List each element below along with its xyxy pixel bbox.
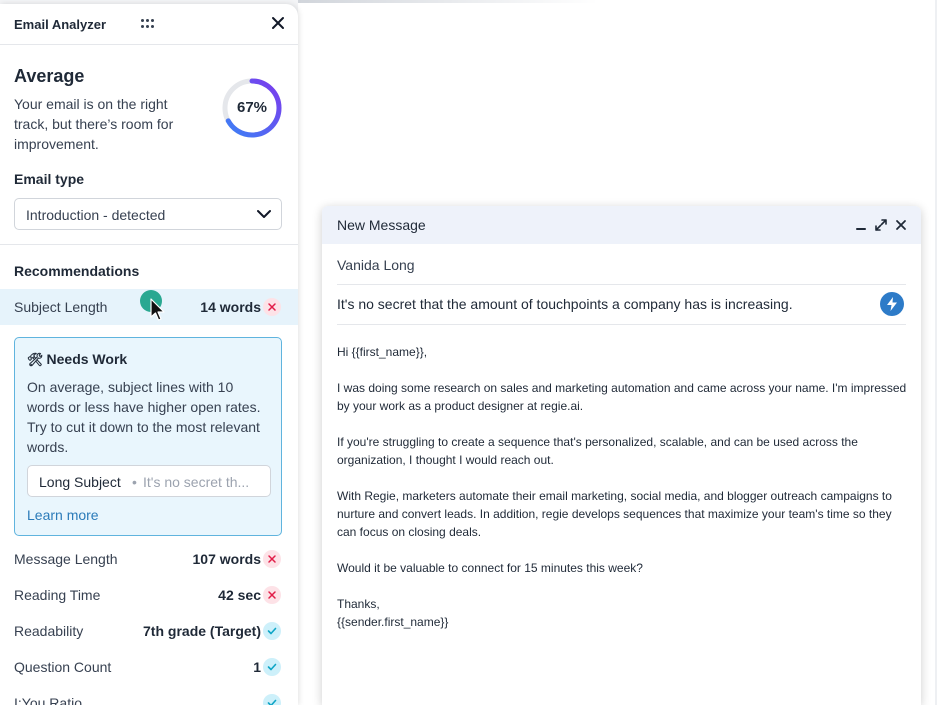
card-body: On average, subject lines with 10 words … — [27, 379, 261, 455]
chevron-down-icon — [257, 210, 271, 218]
email-type-value: Introduction - detected — [26, 207, 166, 223]
body-greeting: Hi {{first_name}}, — [337, 345, 428, 359]
email-type-select[interactable]: Introduction - detected — [14, 198, 282, 230]
scrollbar-track[interactable] — [935, 0, 937, 705]
compose-title: New Message — [337, 217, 426, 233]
close-icon[interactable] — [270, 16, 286, 32]
status-bad-icon — [263, 550, 281, 568]
email-type-label: Email type — [14, 171, 85, 187]
recommendations-title: Recommendations — [14, 263, 140, 279]
recipient-divider — [337, 284, 906, 285]
metric-name: Question Count — [14, 659, 112, 675]
metric-name: I:You Ratio — [14, 695, 82, 705]
card-title-text: Needs Work — [46, 351, 128, 367]
status-good-icon — [263, 658, 281, 676]
chip-separator: • — [132, 474, 137, 490]
status-bad-icon — [263, 586, 281, 604]
compose-header: New Message — [322, 206, 921, 244]
expand-icon[interactable] — [874, 218, 888, 232]
email-analyzer-panel: Email Analyzer Average Your email is on … — [0, 4, 298, 705]
metric-i-you-ratio[interactable]: I:You Ratio — [0, 685, 298, 705]
metric-name: Subject Length — [14, 299, 108, 315]
mouse-pointer-icon — [150, 298, 165, 321]
message-body[interactable]: Hi {{first_name}}, I was doing some rese… — [337, 343, 909, 631]
metric-value: 7th grade (Target) — [143, 623, 261, 639]
metric-value: 1 — [253, 659, 261, 675]
minimize-icon[interactable] — [854, 218, 868, 232]
background-shadow-strip — [298, 0, 598, 3]
section-divider — [0, 244, 298, 245]
body-paragraph: With Regie, marketers automate their ema… — [337, 489, 892, 539]
card-title: 🛠 Needs Work — [27, 351, 127, 368]
metric-value: 107 words — [192, 551, 261, 567]
tools-icon: 🛠 — [27, 352, 44, 367]
metric-value: 42 sec — [218, 587, 261, 603]
body-signoff: Thanks, — [337, 597, 380, 611]
subject-divider — [337, 324, 906, 325]
metric-message-length[interactable]: Message Length 107 words — [0, 541, 298, 577]
metric-readability[interactable]: Readability 7th grade (Target) — [0, 613, 298, 649]
panel-title: Email Analyzer — [14, 17, 107, 32]
chip-preview: It's no secret th... — [143, 474, 250, 490]
drag-handle-icon[interactable] — [140, 18, 156, 30]
body-signature: {{sender.first_name}} — [337, 615, 449, 629]
metric-name: Message Length — [14, 551, 118, 567]
body-paragraph: If you're struggling to create a sequenc… — [337, 435, 858, 467]
chip-label: Long Subject — [39, 474, 121, 490]
panel-header: Email Analyzer — [0, 4, 298, 45]
metric-value: 14 words — [200, 299, 261, 315]
score-title: Average — [14, 66, 85, 86]
body-paragraph: I was doing some research on sales and m… — [337, 381, 907, 413]
subject-field[interactable]: It's no secret that the amount of touchp… — [337, 296, 793, 312]
recipient-field[interactable]: Vanida Long — [337, 257, 415, 273]
status-good-icon — [263, 694, 281, 705]
status-bad-icon — [263, 298, 281, 316]
lightning-bolt-icon[interactable] — [880, 292, 904, 316]
close-icon[interactable] — [894, 218, 908, 232]
score-description: Your email is on the right track, but th… — [14, 96, 174, 152]
score-percent: 67% — [236, 99, 268, 116]
long-subject-chip[interactable]: Long Subject • It's no secret th... — [27, 465, 271, 497]
status-good-icon — [263, 622, 281, 640]
learn-more-link[interactable]: Learn more — [27, 507, 99, 523]
needs-work-card: 🛠 Needs Work On average, subject lines wi… — [14, 337, 282, 536]
metric-name: Readability — [14, 623, 84, 639]
metric-reading-time[interactable]: Reading Time 42 sec — [0, 577, 298, 613]
metric-name: Reading Time — [14, 587, 101, 603]
metric-question-count[interactable]: Question Count 1 — [0, 649, 298, 685]
body-paragraph: Would it be valuable to connect for 15 m… — [337, 561, 643, 575]
compose-window: New Message Vanida Long It's no secret t… — [322, 206, 921, 705]
